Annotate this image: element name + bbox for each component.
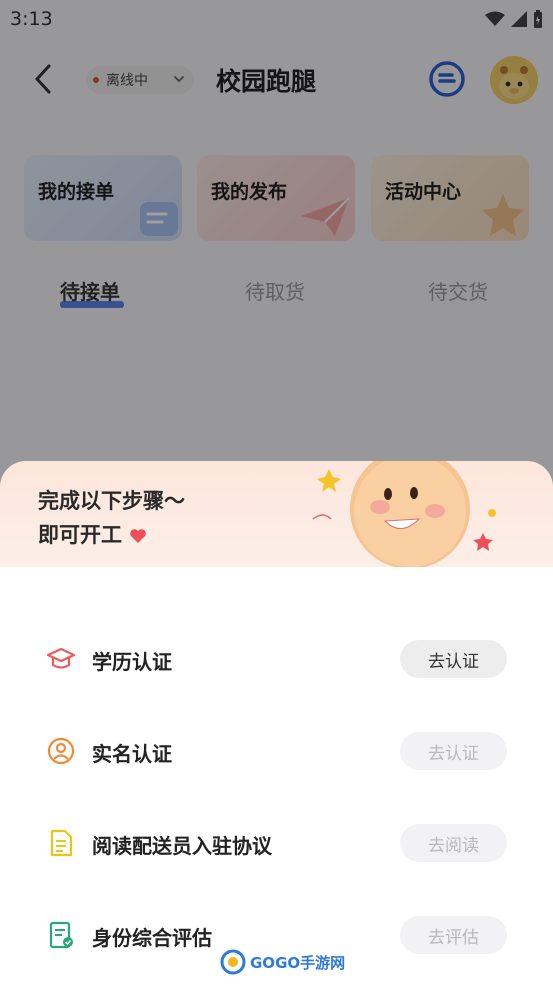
evaluate-identity-button[interactable]: 去评估 <box>400 916 507 954</box>
step-label: 实名认证 <box>92 742 172 766</box>
onboarding-sheet: 完成以下步骤～ 即可开工 学历认证 去认证 实名认证 去认证 阅读配送员入驻协议… <box>0 461 553 984</box>
tab-pending-accept[interactable]: 待接单 <box>60 276 120 305</box>
step-row-real-name: 实名认证 去认证 <box>0 722 553 782</box>
document-icon <box>50 829 73 857</box>
step-row-education: 学历认证 去认证 <box>0 630 553 690</box>
step-label: 身份综合评估 <box>92 926 212 950</box>
watermark-text: GOGO手游网 <box>250 953 346 972</box>
evaluation-icon <box>49 921 73 949</box>
banner-line-2: 即可开工 <box>38 519 147 549</box>
user-circle-icon <box>47 737 75 765</box>
step-label: 学历认证 <box>92 650 172 674</box>
heart-icon <box>130 529 147 543</box>
step-label: 阅读配送员入驻协议 <box>92 834 272 858</box>
sheet-banner: 完成以下步骤～ 即可开工 <box>0 461 553 567</box>
smiley-mascot-icon <box>312 461 496 567</box>
steps-list: 学历认证 去认证 实名认证 去认证 阅读配送员入驻协议 去阅读 身份综合评估 去… <box>0 567 553 984</box>
verify-real-name-button[interactable]: 去认证 <box>400 732 507 770</box>
watermark: GOGO手游网 <box>220 948 345 976</box>
graduation-cap-icon <box>46 647 76 669</box>
watermark-logo-icon <box>220 949 246 975</box>
banner-line-1: 完成以下步骤～ <box>38 489 185 513</box>
verify-education-button[interactable]: 去认证 <box>400 640 507 678</box>
read-agreement-button[interactable]: 去阅读 <box>400 824 507 862</box>
step-row-agreement: 阅读配送员入驻协议 去阅读 <box>0 814 553 874</box>
